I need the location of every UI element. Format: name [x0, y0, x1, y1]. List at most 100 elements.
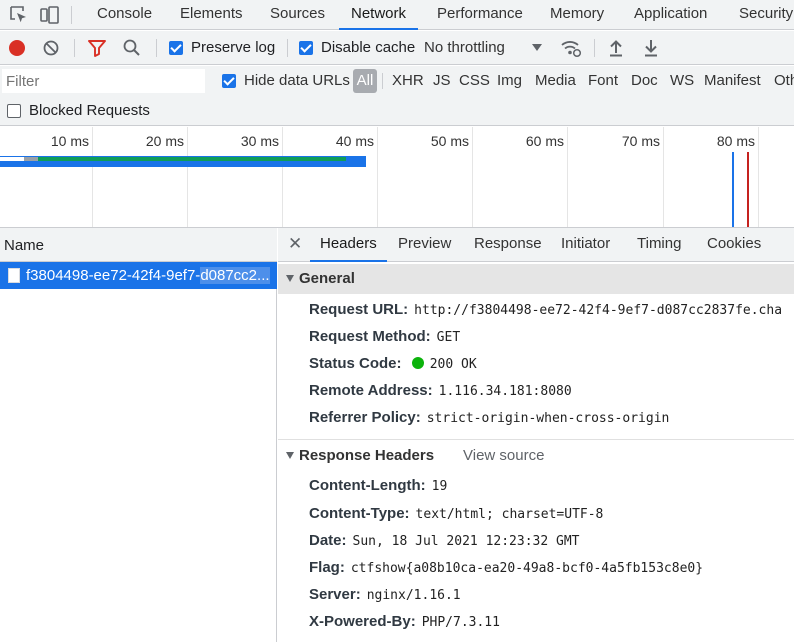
- filter-type-all[interactable]: All: [353, 69, 377, 93]
- timing-segment-stalled: [24, 157, 38, 161]
- disable-cache-label: Disable cache: [321, 39, 416, 56]
- tab-performance[interactable]: Performance: [437, 0, 523, 30]
- timeline-tick: 30 ms: [240, 133, 279, 149]
- header-value: 19: [431, 479, 448, 494]
- filter-type-js[interactable]: JS: [433, 66, 451, 96]
- filter-type-ws[interactable]: WS: [670, 66, 694, 96]
- divider: [594, 39, 595, 57]
- filter-input[interactable]: [2, 69, 205, 93]
- grid-line: [472, 127, 473, 227]
- divider: [74, 39, 75, 57]
- network-conditions-icon[interactable]: [560, 38, 582, 62]
- header-key: Remote Address:: [309, 382, 433, 399]
- hide-data-urls-checkbox[interactable]: [222, 74, 236, 88]
- header-key: Date:: [309, 532, 347, 549]
- header-key: Server:: [309, 586, 361, 603]
- filter-type-doc[interactable]: Doc: [631, 66, 658, 96]
- timeline-tick: 60 ms: [525, 133, 564, 149]
- tab-memory[interactable]: Memory: [550, 0, 604, 30]
- request-detail-panel: ✕ Headers Preview Response Initiator Tim…: [278, 228, 794, 642]
- grid-line: [282, 127, 283, 227]
- request-name: f3804498-ee72-42f4-9ef7-d087cc2...: [26, 267, 270, 284]
- header-value: nginx/1.16.1: [366, 588, 461, 603]
- header-key: Request URL:: [309, 301, 409, 318]
- table-row[interactable]: f3804498-ee72-42f4-9ef7-d087cc2...: [0, 262, 277, 289]
- timeline-tick: 10 ms: [50, 133, 89, 149]
- tab-security[interactable]: Security: [739, 0, 793, 30]
- timeline-tick: 20 ms: [145, 133, 184, 149]
- filter-type-manifest[interactable]: Manifest: [704, 66, 761, 96]
- timing-segment-queue: [0, 157, 24, 161]
- filter-type-font[interactable]: Font: [588, 66, 618, 96]
- timeline-tick: 70 ms: [621, 133, 660, 149]
- blocked-requests-checkbox[interactable]: [7, 104, 21, 118]
- header-key: Content-Length:: [309, 477, 426, 494]
- blocked-requests-bar: Blocked Requests: [0, 96, 794, 126]
- document-icon: [8, 268, 20, 283]
- header-value: Sun, 18 Jul 2021 12:23:32 GMT: [352, 534, 580, 549]
- divider: [382, 73, 383, 89]
- inspect-element-icon[interactable]: [8, 4, 30, 26]
- tab-response[interactable]: Response: [474, 228, 542, 262]
- tab-timing[interactable]: Timing: [637, 228, 681, 262]
- header-row: Content-Type: text/html; charset=UTF-8: [309, 503, 603, 525]
- detail-tab-bar: ✕ Headers Preview Response Initiator Tim…: [278, 228, 794, 262]
- tab-headers[interactable]: Headers: [310, 228, 387, 262]
- header-row: Remote Address: 1.116.34.181:8080: [309, 380, 572, 402]
- tab-application[interactable]: Application: [634, 0, 707, 30]
- tab-cookies[interactable]: Cookies: [707, 228, 761, 262]
- grid-line: [758, 127, 759, 227]
- triangle-down-icon: [286, 452, 294, 459]
- network-toolbar: Preserve log Disable cache No throttling: [0, 31, 794, 65]
- divider: [287, 39, 288, 57]
- device-toolbar-icon[interactable]: [38, 4, 60, 26]
- name-header-label: Name: [4, 237, 45, 254]
- view-source-link[interactable]: View source: [463, 441, 544, 471]
- grid-line: [92, 127, 93, 227]
- throttling-select[interactable]: No throttling: [424, 39, 505, 56]
- tab-preview[interactable]: Preview: [398, 228, 451, 262]
- header-key: Request Method:: [309, 328, 431, 345]
- filter-bar: Hide data URLs All XHR JS CSS Img Media …: [0, 66, 794, 96]
- tab-elements[interactable]: Elements: [180, 0, 243, 30]
- import-har-icon[interactable]: [607, 38, 625, 62]
- name-column-header[interactable]: Name: [0, 228, 277, 262]
- tab-console[interactable]: Console: [97, 0, 152, 30]
- header-key: X-Powered-By:: [309, 613, 416, 630]
- general-section-header[interactable]: General: [278, 264, 794, 294]
- header-value: ctfshow{a08b10ca-ea20-49a8-bcf0-4a5fb153…: [350, 561, 704, 576]
- close-icon[interactable]: ✕: [288, 234, 302, 254]
- disable-cache-checkbox[interactable]: [299, 41, 313, 55]
- header-value: text/html; charset=UTF-8: [415, 507, 604, 522]
- record-icon[interactable]: [9, 40, 25, 56]
- filter-icon[interactable]: [87, 39, 107, 61]
- chevron-down-icon[interactable]: [532, 44, 542, 51]
- filter-type-media[interactable]: Media: [535, 66, 576, 96]
- header-key: Status Code:: [309, 355, 402, 372]
- clear-icon[interactable]: [42, 39, 60, 61]
- timeline-tick: 50 ms: [430, 133, 469, 149]
- header-key: Referrer Policy:: [309, 409, 421, 426]
- export-har-icon[interactable]: [642, 38, 660, 62]
- filter-type-other[interactable]: Oth: [774, 66, 794, 96]
- section-title: General: [299, 270, 355, 287]
- section-title: Response Headers: [299, 447, 435, 464]
- tab-sources[interactable]: Sources: [270, 0, 325, 30]
- triangle-down-icon: [286, 275, 294, 282]
- preserve-log-label: Preserve log: [191, 39, 276, 56]
- grid-line: [663, 127, 664, 227]
- timeline-overview[interactable]: 10 ms 20 ms 30 ms 40 ms 50 ms 60 ms 70 m…: [0, 127, 794, 228]
- preserve-log-checkbox[interactable]: [169, 41, 183, 55]
- header-row: X-Powered-By: PHP/7.3.11: [309, 611, 500, 633]
- load-event-marker: [747, 152, 749, 227]
- header-row: Request Method: GET: [309, 326, 460, 348]
- response-headers-section-header[interactable]: Response Headers View source: [278, 441, 794, 471]
- filter-type-css[interactable]: CSS: [459, 66, 490, 96]
- tab-network[interactable]: Network: [339, 0, 419, 30]
- search-icon[interactable]: [122, 38, 142, 62]
- header-row: Content-Length: 19: [309, 475, 447, 497]
- header-row: Request URL: http://f3804498-ee72-42f4-9e…: [309, 299, 782, 321]
- tab-initiator[interactable]: Initiator: [561, 228, 610, 262]
- filter-type-xhr[interactable]: XHR: [392, 66, 424, 96]
- filter-type-img[interactable]: Img: [497, 66, 522, 96]
